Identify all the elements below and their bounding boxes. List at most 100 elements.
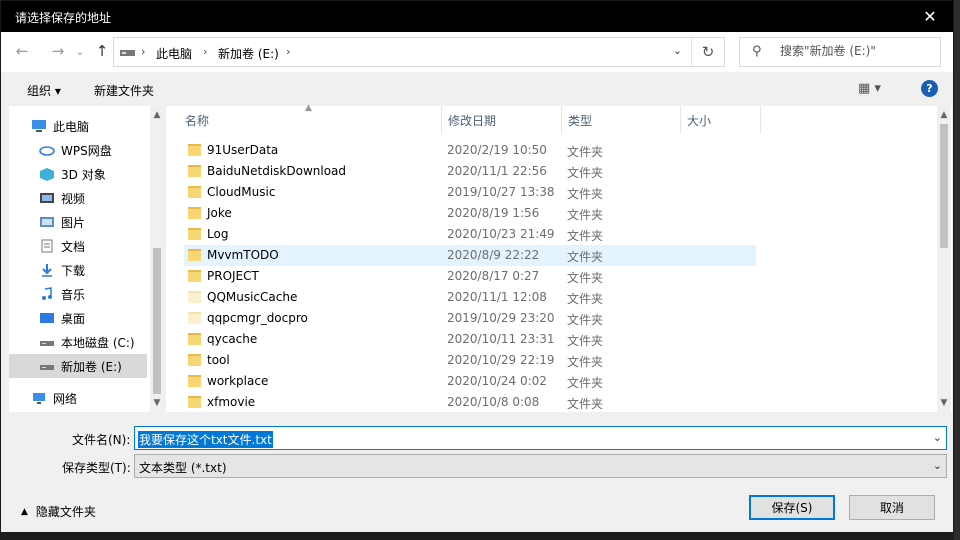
column-header-name[interactable]: 名称 (179, 106, 442, 134)
toolbar: 组织 ▾ 新建文件夹 ▦ ▾ ? (1, 72, 953, 106)
back-arrow-icon[interactable]: ← (9, 38, 35, 64)
folder-icon (188, 270, 201, 282)
file-type: 文件夹 (567, 376, 604, 390)
filename-field[interactable]: 我要保存这个txt文件.txt ⌄ (134, 426, 947, 450)
column-header-type[interactable]: 类型 (562, 106, 681, 134)
file-name: QQMusicCache (207, 290, 298, 304)
file-row[interactable]: xfmovie 2020/10/8 0:08 文件夹 (184, 392, 756, 413)
file-row[interactable]: CloudMusic 2019/10/27 13:38 文件夹 (184, 182, 756, 203)
file-row[interactable]: workplace 2020/10/24 0:02 文件夹 (184, 371, 756, 392)
cube-icon (39, 167, 55, 181)
dialog-title: 请选择保存的地址 (15, 11, 112, 25)
sidebar-item[interactable]: 网络 (9, 386, 147, 410)
file-row[interactable]: Joke 2020/8/19 1:56 文件夹 (184, 203, 756, 224)
file-row[interactable]: qqpcmgr_docpro 2019/10/29 23:20 文件夹 (184, 308, 756, 329)
chevron-down-icon[interactable]: ⌄ (933, 459, 942, 472)
sidebar-item[interactable]: 本地磁盘 (C:) (9, 330, 147, 354)
breadcrumb-chevron[interactable]: › (203, 45, 207, 58)
file-row[interactable]: tool 2020/10/29 22:19 文件夹 (184, 350, 756, 371)
breadcrumb-chevron[interactable]: › (141, 45, 145, 58)
file-date: 2019/10/27 13:38 (447, 185, 555, 199)
picture-icon (39, 215, 55, 229)
sidebar-item[interactable]: WPS网盘 (9, 138, 147, 162)
search-box[interactable]: ⚲ (739, 37, 941, 67)
sidebar-item[interactable]: 视频 (9, 186, 147, 210)
file-date: 2020/8/19 1:56 (447, 206, 540, 220)
hide-folders-toggle[interactable]: ▲ 隐藏文件夹 (21, 503, 96, 520)
sidebar-item[interactable]: 音乐 (9, 282, 147, 306)
file-date: 2020/11/1 12:08 (447, 290, 547, 304)
filetype-select[interactable]: 文本类型 (*.txt) ⌄ (134, 454, 947, 478)
file-date: 2020/11/1 22:56 (447, 164, 547, 178)
scrollbar-thumb[interactable] (153, 248, 161, 394)
file-date: 2020/8/9 22:22 (447, 248, 540, 262)
breadcrumb-volume-e[interactable]: 新加卷 (E:) (218, 45, 279, 62)
file-name: xfmovie (207, 395, 256, 409)
breadcrumb-this-pc[interactable]: 此电脑 (156, 45, 192, 62)
file-row[interactable]: qycache 2020/10/11 23:31 文件夹 (184, 329, 756, 350)
file-row[interactable]: 91UserData 2020/2/19 10:50 文件夹 (184, 140, 756, 161)
scroll-down-icon[interactable]: ▼ (150, 398, 164, 408)
view-options-icon[interactable]: ▦ ▾ (858, 81, 881, 96)
file-date: 2020/10/29 22:19 (447, 353, 555, 367)
file-row[interactable]: QQMusicCache 2020/11/1 12:08 文件夹 (184, 287, 756, 308)
file-type: 文件夹 (567, 355, 604, 369)
address-bar[interactable]: › 此电脑 › 新加卷 (E:) › ⌄ ↻ (113, 37, 725, 67)
sidebar-item[interactable]: 新加卷 (E:) (9, 354, 147, 378)
sidebar-item-label: 此电脑 (53, 119, 90, 134)
file-name: BaiduNetdiskDownload (207, 164, 347, 178)
cancel-button[interactable]: 取消 (849, 495, 935, 520)
file-row[interactable]: BaiduNetdiskDownload 2020/11/1 22:56 文件夹 (184, 161, 756, 182)
sidebar-item[interactable]: 3D 对象 (9, 162, 147, 186)
save-button[interactable]: 保存(S) (749, 495, 835, 520)
filename-value[interactable]: 我要保存这个txt文件.txt (138, 431, 273, 448)
file-date: 2020/10/11 23:31 (447, 332, 555, 346)
folder-icon (188, 207, 201, 219)
scroll-up-icon[interactable]: ▲ (150, 110, 164, 120)
breadcrumb-chevron[interactable]: › (286, 45, 290, 58)
sidebar-item[interactable]: 桌面 (9, 306, 147, 330)
file-row[interactable]: Log 2020/10/23 21:49 文件夹 (184, 224, 756, 245)
column-header-date[interactable]: 修改日期 (442, 106, 562, 134)
file-type: 文件夹 (567, 208, 604, 222)
up-arrow-icon[interactable]: ↑ (89, 38, 115, 64)
sidebar-item-label: 桌面 (61, 311, 86, 326)
folder-icon (188, 396, 201, 408)
folder-icon (188, 249, 201, 261)
file-name: MvvmTODO (207, 248, 279, 262)
close-icon[interactable]: ✕ (907, 1, 953, 32)
file-row[interactable]: PROJECT 2020/8/17 0:27 文件夹 (184, 266, 756, 287)
desktop-icon (39, 311, 55, 325)
folder-icon (188, 291, 201, 303)
new-folder-button[interactable]: 新建文件夹 (94, 82, 154, 99)
column-header-size[interactable]: 大小 (681, 106, 761, 134)
file-row[interactable]: MvvmTODO 2020/8/9 22:22 文件夹 (184, 245, 756, 266)
sidebar-item-label: 音乐 (61, 287, 86, 302)
column-header-type-label: 类型 (568, 113, 593, 128)
sidebar-item[interactable]: 文档 (9, 234, 147, 258)
file-name: tool (207, 353, 230, 367)
file-name: 91UserData (207, 143, 279, 157)
search-icon: ⚲ (752, 44, 762, 59)
sidebar-item-label: 下载 (61, 263, 86, 278)
drive-icon (120, 50, 135, 56)
file-list-scrollbar[interactable]: ▲ ▼ (937, 106, 951, 412)
refresh-icon[interactable]: ↻ (691, 38, 724, 66)
sidebar-item[interactable]: 此电脑 (9, 114, 147, 138)
sidebar-item-label: 视频 (61, 191, 86, 206)
sidebar-item[interactable]: 图片 (9, 210, 147, 234)
nav-pane-scrollbar[interactable]: ▲ ▼ (150, 106, 164, 412)
background-window-strip (954, 0, 960, 540)
chevron-down-icon[interactable]: ⌄ (933, 431, 942, 444)
title-bar: 请选择保存的地址 ✕ (1, 1, 953, 32)
scrollbar-thumb[interactable] (940, 124, 948, 248)
organize-button[interactable]: 组织 ▾ (27, 82, 61, 99)
scroll-down-icon[interactable]: ▼ (937, 398, 951, 408)
scroll-up-icon[interactable]: ▲ (937, 110, 951, 120)
folder-icon (188, 144, 201, 156)
file-type: 文件夹 (567, 229, 604, 243)
help-icon[interactable]: ? (921, 80, 938, 97)
address-dropdown-icon[interactable]: ⌄ (673, 44, 682, 57)
sidebar-item[interactable]: 下载 (9, 258, 147, 282)
search-input[interactable] (778, 43, 938, 59)
